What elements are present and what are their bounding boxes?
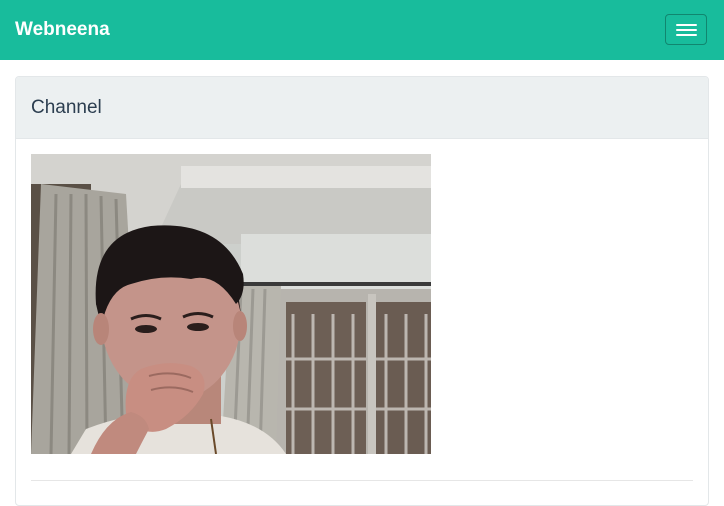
panel-heading: Channel bbox=[16, 77, 708, 139]
hamburger-menu-icon bbox=[676, 29, 697, 31]
brand-link[interactable]: Webneena bbox=[15, 18, 110, 42]
hamburger-menu-icon bbox=[676, 34, 697, 36]
hamburger-menu-icon bbox=[676, 24, 697, 26]
video-stream[interactable] bbox=[31, 154, 431, 454]
top-navbar: Webneena bbox=[0, 0, 724, 60]
channel-panel: Channel bbox=[15, 76, 709, 506]
panel-divider bbox=[31, 480, 693, 481]
webcam-image bbox=[31, 154, 431, 454]
panel-title: Channel bbox=[31, 97, 102, 118]
navbar-toggle-button[interactable] bbox=[665, 14, 707, 45]
